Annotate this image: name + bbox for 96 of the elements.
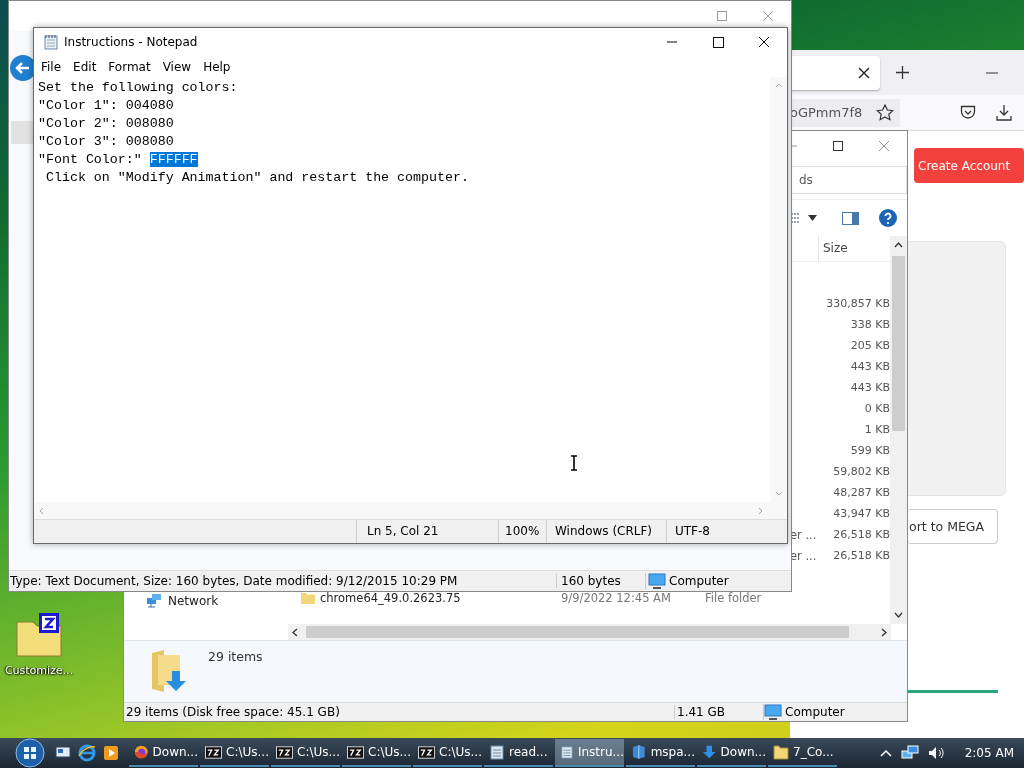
status-cell: 100% bbox=[498, 520, 546, 543]
scroll-right-icon[interactable] bbox=[881, 627, 887, 637]
archive-icon bbox=[418, 745, 436, 759]
star-icon[interactable] bbox=[876, 103, 894, 122]
file-size: 338 KB bbox=[849, 318, 890, 331]
scroll-left-icon[interactable] bbox=[292, 627, 298, 637]
file-type: File folder bbox=[705, 590, 763, 605]
taskbar-button[interactable]: Down... bbox=[129, 739, 198, 767]
menu-item[interactable]: Help bbox=[197, 59, 237, 74]
file-size: 48,287 KB bbox=[832, 486, 890, 499]
help-icon[interactable] bbox=[879, 209, 897, 227]
file-size: 205 KB bbox=[849, 339, 890, 352]
window-title: Instructions - Notepad bbox=[64, 35, 199, 49]
caret-icon[interactable] bbox=[808, 215, 817, 221]
horizontal-scrollbar[interactable] bbox=[288, 624, 891, 640]
text-line: "Font Color:" FFFFFF bbox=[38, 151, 199, 169]
menu-item[interactable]: View bbox=[156, 59, 198, 74]
nav-item[interactable]: Network bbox=[124, 593, 287, 608]
taskbar-button[interactable]: C:\Us... bbox=[342, 739, 411, 767]
status-size: 160 bytes bbox=[556, 574, 645, 588]
chevron-up-icon[interactable] bbox=[879, 749, 892, 757]
status-text: 29 items (Disk free space: 45.1 GB) bbox=[125, 705, 341, 719]
status-text: Type: Text Document, Size: 160 bytes, Date modified: 9/12/2015 10:29 PM bbox=[9, 574, 459, 588]
status-cell: UTF-8 bbox=[666, 520, 766, 543]
taskbar-button[interactable]: Instru... bbox=[555, 739, 624, 767]
date-modified: 9/9/2022 12:45 AM bbox=[561, 590, 672, 605]
screen-icon[interactable] bbox=[55, 745, 71, 761]
taskbar-button[interactable]: 7_Co... bbox=[768, 739, 837, 767]
file-size: 1 KB bbox=[863, 423, 890, 436]
notepad-icon bbox=[560, 744, 574, 760]
scroll-up-icon[interactable] bbox=[894, 242, 903, 248]
downloads-folder-icon bbox=[150, 649, 188, 693]
text-line: "Color 3": 008080 bbox=[38, 133, 175, 151]
file-size: 599 KB bbox=[849, 444, 890, 457]
clock[interactable]: 2:05 AM bbox=[964, 746, 1014, 760]
export-button[interactable]: ort to MEGA bbox=[907, 509, 998, 544]
speaker-icon[interactable] bbox=[927, 746, 946, 760]
text-line: Click on "Modify Animation" and restart the computer. bbox=[44, 169, 470, 187]
text-line: "Color 2": 008080 bbox=[38, 115, 175, 133]
taskbar-button[interactable]: Down... bbox=[697, 739, 766, 767]
pocket-icon[interactable] bbox=[960, 105, 976, 120]
taskbar-button[interactable]: read... bbox=[484, 739, 553, 767]
file-size: 330,857 KB bbox=[825, 297, 890, 310]
media-player-icon[interactable] bbox=[103, 745, 119, 761]
taskbar-button[interactable]: C:\Us... bbox=[271, 739, 340, 767]
file-size: 43,947 KB bbox=[832, 507, 890, 520]
archive-icon bbox=[347, 745, 365, 759]
file-size: 443 KB bbox=[849, 360, 890, 373]
taskbar-button[interactable]: mspa... bbox=[626, 739, 695, 767]
desktop-icon-label: Customize... bbox=[4, 664, 74, 677]
text-cursor-icon bbox=[570, 455, 578, 471]
folder-name[interactable]: chrome64_49.0.2623.75 bbox=[320, 590, 461, 605]
close-icon[interactable] bbox=[858, 66, 870, 79]
status-location: Computer bbox=[669, 574, 729, 588]
file-size: 443 KB bbox=[849, 381, 890, 394]
menu-item[interactable]: File bbox=[35, 59, 68, 74]
file-size: 26,518 KB bbox=[832, 549, 890, 562]
download-arrow-icon bbox=[702, 744, 717, 760]
archive-folder-icon[interactable] bbox=[15, 612, 63, 658]
text-line: Set the following colors: bbox=[38, 79, 239, 97]
column-header[interactable]: Size bbox=[818, 236, 848, 261]
menu-item[interactable]: Edit bbox=[67, 59, 103, 74]
taskbar-button[interactable]: C:\Us... bbox=[200, 739, 269, 767]
minimize-icon[interactable] bbox=[986, 71, 998, 74]
status-cell: Windows (CRLF) bbox=[546, 520, 666, 543]
address-field[interactable]: oGPmm7f8 bbox=[790, 98, 900, 127]
status-size: 1.41 GB bbox=[674, 705, 763, 719]
computer-icon bbox=[648, 573, 666, 589]
file-size: 0 KB bbox=[863, 402, 890, 415]
text-line: "Color 1": 004080 bbox=[38, 97, 175, 115]
start-button[interactable] bbox=[12, 738, 48, 768]
scroll-down-icon[interactable] bbox=[894, 612, 903, 618]
folder-icon bbox=[301, 590, 315, 605]
file-size: 26,518 KB bbox=[832, 528, 890, 541]
create-account-button[interactable]: Create Account bbox=[914, 148, 1024, 183]
menu-item[interactable]: Format bbox=[102, 59, 157, 74]
status-cell: Ln 5, Col 21 bbox=[356, 520, 498, 543]
notepad-icon bbox=[43, 34, 59, 50]
status-location: Computer bbox=[785, 705, 845, 719]
plus-icon[interactable] bbox=[896, 66, 909, 79]
archive-icon bbox=[276, 745, 294, 759]
item-count: 29 items bbox=[208, 649, 263, 664]
computer-icon bbox=[764, 704, 782, 720]
browser-e-icon[interactable] bbox=[78, 744, 96, 762]
network-icon[interactable] bbox=[900, 745, 919, 761]
archive-icon bbox=[205, 745, 223, 759]
download-icon[interactable] bbox=[996, 104, 1012, 121]
scrollbar[interactable] bbox=[890, 236, 907, 624]
taskbar-button[interactable]: C:\Us... bbox=[413, 739, 482, 767]
preview-pane-icon[interactable] bbox=[842, 211, 859, 225]
folder-icon bbox=[773, 744, 789, 760]
selected-text: FFFFFF bbox=[149, 152, 198, 167]
file-size: 59,802 KB bbox=[832, 465, 890, 478]
network-icon bbox=[146, 593, 162, 608]
notepad-icon bbox=[489, 744, 505, 760]
search-field[interactable]: ds bbox=[790, 166, 907, 194]
